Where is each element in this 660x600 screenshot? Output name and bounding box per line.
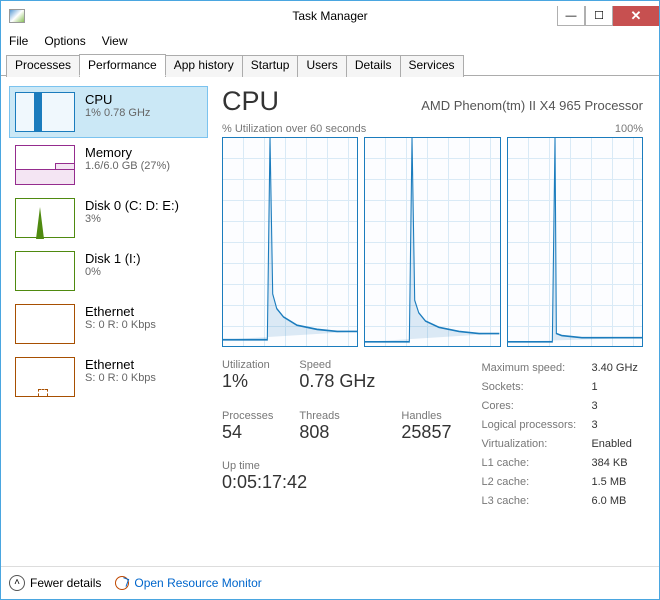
cpu-thumb-icon [15, 92, 75, 132]
stat-row: Cores:3 [481, 397, 637, 416]
stat-row: Logical processors:3 [481, 416, 637, 435]
tab-startup[interactable]: Startup [242, 55, 299, 77]
sidebar-item-label: Ethernet [85, 304, 156, 319]
ethernet-thumb-icon [15, 304, 75, 344]
menu-view[interactable]: View [102, 34, 128, 48]
ethernet-thumb-icon [15, 357, 75, 397]
sidebar-item-sub: S: 0 R: 0 Kbps [85, 319, 156, 331]
sidebar-item-disk-1[interactable]: Disk 1 (I:) 0% [9, 245, 208, 297]
graph-label-right: 100% [615, 123, 643, 135]
sidebar-item-label: Disk 1 (I:) [85, 251, 141, 266]
fewer-details-button[interactable]: ˄ Fewer details [9, 575, 101, 591]
detail-title: CPU [222, 86, 279, 117]
graph-label-left: % Utilization over 60 seconds [222, 123, 366, 135]
sidebar-item-sub: 0% [85, 266, 141, 278]
stats: Utilization 1% Speed 0.78 GHz Processes … [222, 359, 643, 511]
stat-processes: Processes 54 [222, 410, 273, 451]
cpu-core-graphs [222, 137, 643, 347]
disk-thumb-icon [15, 251, 75, 291]
stat-row: Virtualization:Enabled [481, 435, 637, 454]
stats-right: Maximum speed:3.40 GHz Sockets:1 Cores:3… [481, 359, 637, 511]
stat-speed: Speed 0.78 GHz [299, 359, 375, 400]
sidebar-item-cpu[interactable]: CPU 1% 0.78 GHz [9, 86, 208, 138]
stat-row: Maximum speed:3.40 GHz [481, 359, 637, 378]
tab-performance[interactable]: Performance [79, 54, 166, 76]
stat-row: L2 cache:1.5 MB [481, 473, 637, 492]
window-controls: — ☐ ✕ [557, 6, 659, 26]
tab-users[interactable]: Users [297, 55, 346, 77]
resource-monitor-icon [115, 576, 129, 590]
sidebar-item-sub: S: 0 R: 0 Kbps [85, 372, 156, 384]
core-graph-0 [222, 137, 358, 347]
titlebar: Task Manager — ☐ ✕ [1, 1, 659, 31]
footer: ˄ Fewer details Open Resource Monitor [1, 566, 659, 598]
chevron-up-icon: ˄ [9, 575, 25, 591]
sidebar-item-label: Memory [85, 145, 170, 160]
stat-utilization: Utilization 1% [222, 359, 273, 400]
core-graph-1 [364, 137, 500, 347]
detail-subtitle: AMD Phenom(tm) II X4 965 Processor [421, 98, 643, 113]
memory-thumb-icon [15, 145, 75, 185]
open-resource-monitor-link[interactable]: Open Resource Monitor [115, 576, 261, 590]
tab-app-history[interactable]: App history [165, 55, 243, 77]
content: CPU 1% 0.78 GHz Memory 1.6/6.0 GB (27%) … [1, 76, 659, 566]
tab-details[interactable]: Details [346, 55, 401, 77]
sidebar-item-sub: 1.6/6.0 GB (27%) [85, 160, 170, 172]
tab-processes[interactable]: Processes [6, 55, 80, 77]
main-panel: CPU AMD Phenom(tm) II X4 965 Processor %… [210, 76, 659, 566]
maximize-button[interactable]: ☐ [585, 6, 613, 26]
menu-options[interactable]: Options [44, 34, 85, 48]
detail-header: CPU AMD Phenom(tm) II X4 965 Processor [222, 86, 643, 117]
graph-axis-labels: % Utilization over 60 seconds 100% [222, 123, 643, 135]
disk-thumb-icon [15, 198, 75, 238]
stat-row: Sockets:1 [481, 378, 637, 397]
stat-handles: Handles 25857 [401, 410, 451, 451]
minimize-button[interactable]: — [557, 6, 585, 26]
sidebar-item-ethernet-1[interactable]: Ethernet S: 0 R: 0 Kbps [9, 351, 208, 403]
stats-left: Utilization 1% Speed 0.78 GHz Processes … [222, 359, 451, 511]
sidebar-item-sub: 1% 0.78 GHz [85, 107, 150, 119]
sidebar-item-sub: 3% [85, 213, 179, 225]
sidebar-item-label: CPU [85, 92, 150, 107]
sidebar-item-label: Ethernet [85, 357, 156, 372]
menu-file[interactable]: File [9, 34, 28, 48]
tab-services[interactable]: Services [400, 55, 464, 77]
stat-uptime: Up time 0:05:17:42 [222, 460, 451, 501]
menubar: File Options View [1, 31, 659, 51]
stat-row: L1 cache:384 KB [481, 454, 637, 473]
stat-row: L3 cache:6.0 MB [481, 492, 637, 511]
sidebar-item-label: Disk 0 (C: D: E:) [85, 198, 179, 213]
sidebar: CPU 1% 0.78 GHz Memory 1.6/6.0 GB (27%) … [1, 76, 210, 566]
sidebar-item-ethernet-0[interactable]: Ethernet S: 0 R: 0 Kbps [9, 298, 208, 350]
sidebar-item-memory[interactable]: Memory 1.6/6.0 GB (27%) [9, 139, 208, 191]
core-graph-2 [507, 137, 643, 347]
sidebar-item-disk-0[interactable]: Disk 0 (C: D: E:) 3% [9, 192, 208, 244]
close-button[interactable]: ✕ [613, 6, 659, 26]
tabstrip: Processes Performance App history Startu… [1, 53, 659, 76]
stat-threads: Threads 808 [299, 410, 375, 451]
app-icon [9, 9, 25, 23]
window-title: Task Manager [292, 9, 367, 23]
